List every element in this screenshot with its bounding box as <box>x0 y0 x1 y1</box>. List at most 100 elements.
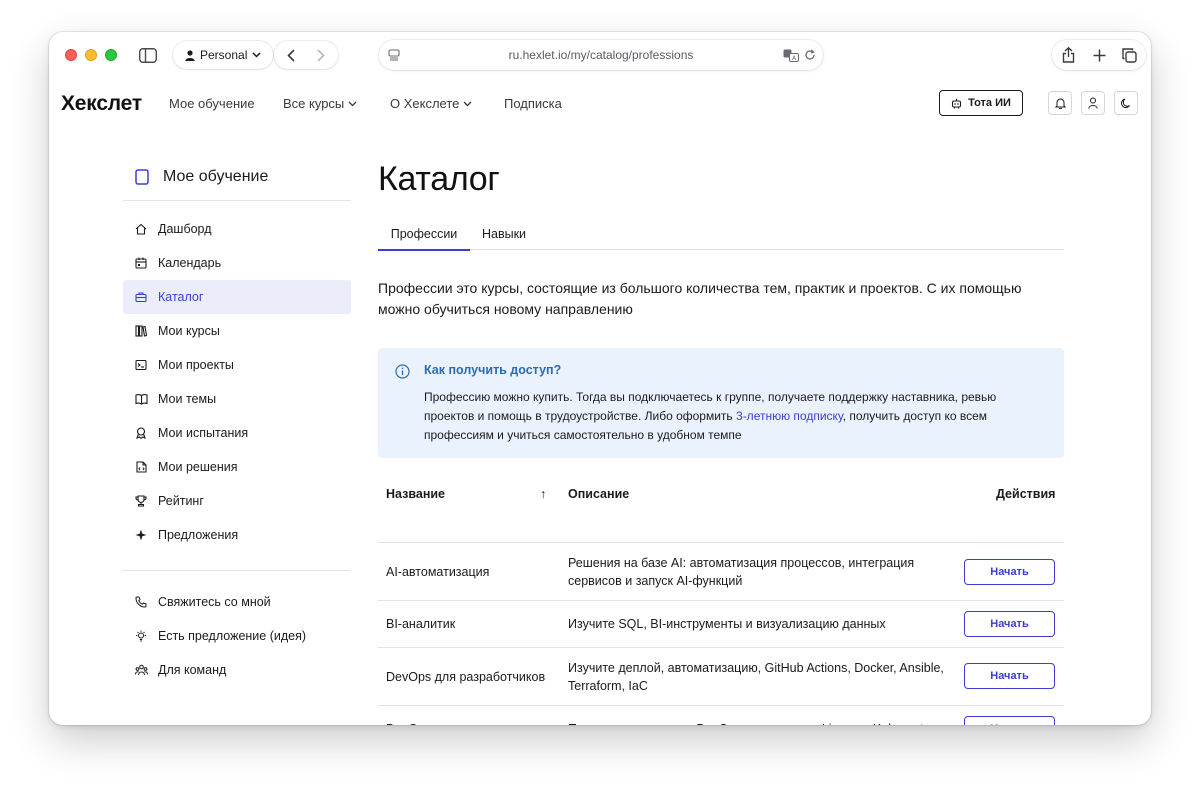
profession-description: Полное погружение в DevOps: весь стек от… <box>568 706 948 725</box>
nav-label: Все курсы <box>283 96 345 111</box>
tab-label: Профессии <box>390 226 458 241</box>
sidebar-item-label: Мои проекты <box>158 358 234 372</box>
sidebar-item-label: Предложения <box>158 528 239 542</box>
new-tab-icon[interactable] <box>1090 46 1108 64</box>
table-row: DevOps для разработчиков Изучите деплой,… <box>378 647 1064 705</box>
tab-professions[interactable]: Профессии <box>378 218 470 251</box>
nav-subscription[interactable]: Подписка <box>504 96 562 111</box>
sidebar-item-contact-me[interactable]: Свяжитесь со мной <box>123 585 351 619</box>
column-header-actions: Действия <box>996 476 1055 512</box>
person-icon <box>185 49 195 61</box>
sidebar-item-label: Свяжитесь со мной <box>158 595 271 609</box>
start-button[interactable]: Начать <box>964 663 1055 689</box>
tab-skills[interactable]: Навыки <box>474 218 534 250</box>
home-icon <box>134 222 148 236</box>
theme-toggle-button[interactable] <box>1114 91 1138 115</box>
zoom-window-button[interactable] <box>105 49 117 61</box>
sidebar-item-suggest-idea[interactable]: Есть предложение (идея) <box>123 619 351 653</box>
close-window-button[interactable] <box>65 49 77 61</box>
sidebar-item-for-teams[interactable]: Для команд <box>123 653 351 687</box>
column-header-description: Описание <box>568 476 629 512</box>
access-info-callout: Как получить доступ? Профессию можно куп… <box>378 348 1064 458</box>
profile-switcher[interactable]: Personal <box>173 41 274 69</box>
nav-about-hexlet[interactable]: О Хекслете <box>390 96 472 111</box>
sidebar-item-label: Мои темы <box>158 392 217 406</box>
chevron-down-icon <box>252 52 261 58</box>
start-button[interactable]: Начать <box>964 716 1055 725</box>
table-row: DevOps-инженер с нуля Полное погружение … <box>378 705 1064 725</box>
browser-actions <box>1052 40 1146 70</box>
file-code-icon <box>134 460 148 474</box>
sidebar-divider <box>123 570 351 571</box>
profile-label: Personal <box>200 48 248 62</box>
column-header-label: Действия <box>996 487 1056 501</box>
start-button[interactable]: Начать <box>964 611 1055 637</box>
sort-arrow-up-icon[interactable]: ↑ <box>540 476 546 512</box>
access-info-title: Как получить доступ? <box>424 363 562 377</box>
sidebar-item-calendar[interactable]: Календарь <box>123 246 351 280</box>
sidebar-item-my-challenges[interactable]: Мои испытания <box>123 416 351 450</box>
sidebar-item-label: Мои испытания <box>158 426 249 440</box>
nav-label: О Хекслете <box>390 96 460 111</box>
award-icon <box>134 426 148 440</box>
sidebar-item-offers[interactable]: Предложения <box>123 518 351 552</box>
notifications-button[interactable] <box>1048 91 1072 115</box>
bulb-icon <box>134 629 148 643</box>
nav-label: Подписка <box>504 96 562 111</box>
subscription-link[interactable]: 3-летнюю подписку <box>736 409 843 423</box>
chevron-down-icon <box>348 101 357 107</box>
profession-description: Изучите SQL, BI-инструменты и визуализац… <box>568 617 886 631</box>
profession-name: BI-аналитик <box>386 617 456 631</box>
sidebar-item-label: Мои курсы <box>158 324 220 338</box>
hexlet-logo[interactable]: Хекслет <box>61 92 142 116</box>
book-open-icon <box>134 392 148 406</box>
bell-icon <box>1054 97 1066 109</box>
tab-overview-icon[interactable] <box>1120 46 1138 64</box>
user-icon <box>1088 97 1098 109</box>
profession-name: AI-автоматизация <box>386 564 490 579</box>
sidebar-item-my-projects[interactable]: Мои проекты <box>123 348 351 382</box>
sidebar-item-my-courses[interactable]: Мои курсы <box>123 314 351 348</box>
sidebar-item-my-topics[interactable]: Мои темы <box>123 382 351 416</box>
reload-icon[interactable] <box>803 48 817 62</box>
catalog-tabs: Профессии Навыки <box>378 218 1064 251</box>
column-header-label: Описание <box>568 487 630 501</box>
start-button[interactable]: Начать <box>964 559 1055 585</box>
sidebar-item-catalog[interactable]: Каталог <box>123 280 351 314</box>
sidebar-item-rating[interactable]: Рейтинг <box>123 484 351 518</box>
history-nav <box>274 41 338 69</box>
minimize-window-button[interactable] <box>85 49 97 61</box>
forward-arrow-icon[interactable] <box>312 46 330 64</box>
sidebar-item-dashboard[interactable]: Дашборд <box>123 212 351 246</box>
moon-icon <box>1120 98 1132 109</box>
site-header: Хекслет Мое обучение Все курсы О Хекслет… <box>49 78 1151 130</box>
profession-name: DevOps-инженер с нуля <box>386 706 525 725</box>
sidebar-item-label: Дашборд <box>158 222 212 236</box>
profile-button[interactable] <box>1081 91 1105 115</box>
url-text: ru.hexlet.io/my/catalog/professions <box>508 48 694 62</box>
team-icon <box>134 663 148 677</box>
nav-all-courses[interactable]: Все курсы <box>283 96 357 111</box>
ai-assistant-button[interactable]: Тота ИИ <box>939 90 1023 116</box>
address-bar[interactable]: ru.hexlet.io/my/catalog/professions A <box>379 40 823 70</box>
access-info-text: Профессию можно купить. Тогда вы подключ… <box>424 388 1024 445</box>
nav-label: Мое обучение <box>169 96 255 111</box>
translate-icon[interactable]: A <box>783 48 799 62</box>
sidebar-item-label: Для команд <box>158 663 227 677</box>
catalog-intro: Профессии это курсы, состоящие из большо… <box>378 280 1022 317</box>
chevron-down-icon <box>463 101 472 107</box>
briefcase-icon <box>134 290 148 304</box>
books-icon <box>134 324 148 338</box>
sidebar-item-label: Каталог <box>158 290 204 304</box>
sidebar-title-label: Мое обучение <box>163 168 269 185</box>
page-title: Каталог <box>378 160 500 198</box>
back-arrow-icon[interactable] <box>282 46 300 64</box>
sidebar-toggle-icon[interactable] <box>137 44 159 66</box>
info-icon <box>394 363 410 379</box>
share-icon[interactable] <box>1059 46 1077 64</box>
sidebar-item-my-solutions[interactable]: Мои решения <box>123 450 351 484</box>
column-header-name[interactable]: Название <box>386 476 445 512</box>
trophy-icon <box>134 494 148 508</box>
nav-my-learning[interactable]: Мое обучение <box>169 96 255 111</box>
phone-icon <box>134 595 148 609</box>
